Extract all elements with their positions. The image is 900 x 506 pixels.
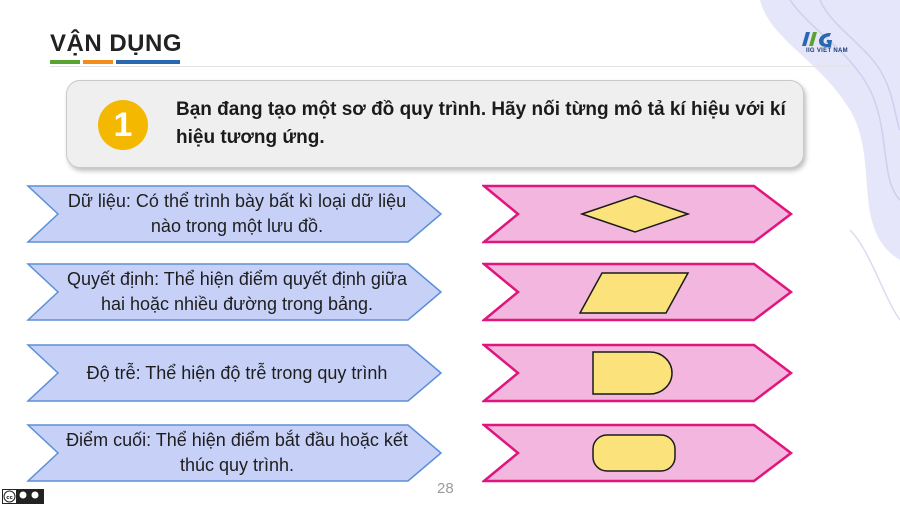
symbol-arrow-parallelogram[interactable] bbox=[482, 262, 794, 322]
description-arrow-decision[interactable]: Quyết định: Thể hiện điểm quyết định giữ… bbox=[26, 262, 444, 322]
description-text: Độ trễ: Thể hiện độ trễ trong quy trình bbox=[86, 362, 388, 383]
title-underline bbox=[50, 60, 180, 64]
header-divider bbox=[50, 66, 850, 67]
description-arrow-delay[interactable]: Độ trễ: Thể hiện độ trễ trong quy trình bbox=[26, 343, 444, 403]
question-text: Bạn đang tạo một sơ đồ quy trình. Hãy nố… bbox=[176, 99, 786, 148]
symbol-arrow-diamond[interactable] bbox=[482, 184, 794, 244]
logo-text: IIG VIET NAM bbox=[806, 48, 848, 54]
description-arrow-terminator[interactable]: Điểm cuối: Thể hiện điểm bắt đầu hoặc kế… bbox=[26, 423, 444, 483]
question-number-badge: 1 bbox=[98, 100, 148, 150]
diamond-symbol-icon bbox=[580, 195, 690, 233]
description-arrow-data[interactable]: Dữ liệu: Có thể trình bày bất kì loại dữ… bbox=[26, 184, 444, 244]
page-number: 28 bbox=[437, 480, 454, 497]
iig-logo-icon bbox=[802, 32, 832, 47]
symbol-arrow-terminator[interactable] bbox=[482, 423, 794, 483]
description-text: Quyết định: Thể hiện điểm quyết định giữ… bbox=[67, 269, 407, 314]
symbol-arrow-delay[interactable] bbox=[482, 343, 794, 403]
svg-text:cc: cc bbox=[6, 495, 13, 501]
parallelogram-symbol-icon bbox=[578, 272, 690, 314]
page-title: VẬN DỤNG bbox=[50, 30, 183, 57]
description-text: Dữ liệu: Có thể trình bày bất kì loại dữ… bbox=[67, 191, 407, 236]
description-text: Điểm cuối: Thể hiện điểm bắt đầu hoặc kế… bbox=[66, 430, 408, 475]
terminator-symbol-icon bbox=[592, 434, 676, 472]
delay-symbol-icon bbox=[592, 351, 673, 395]
cc-license-icon: cc bbox=[2, 489, 44, 504]
